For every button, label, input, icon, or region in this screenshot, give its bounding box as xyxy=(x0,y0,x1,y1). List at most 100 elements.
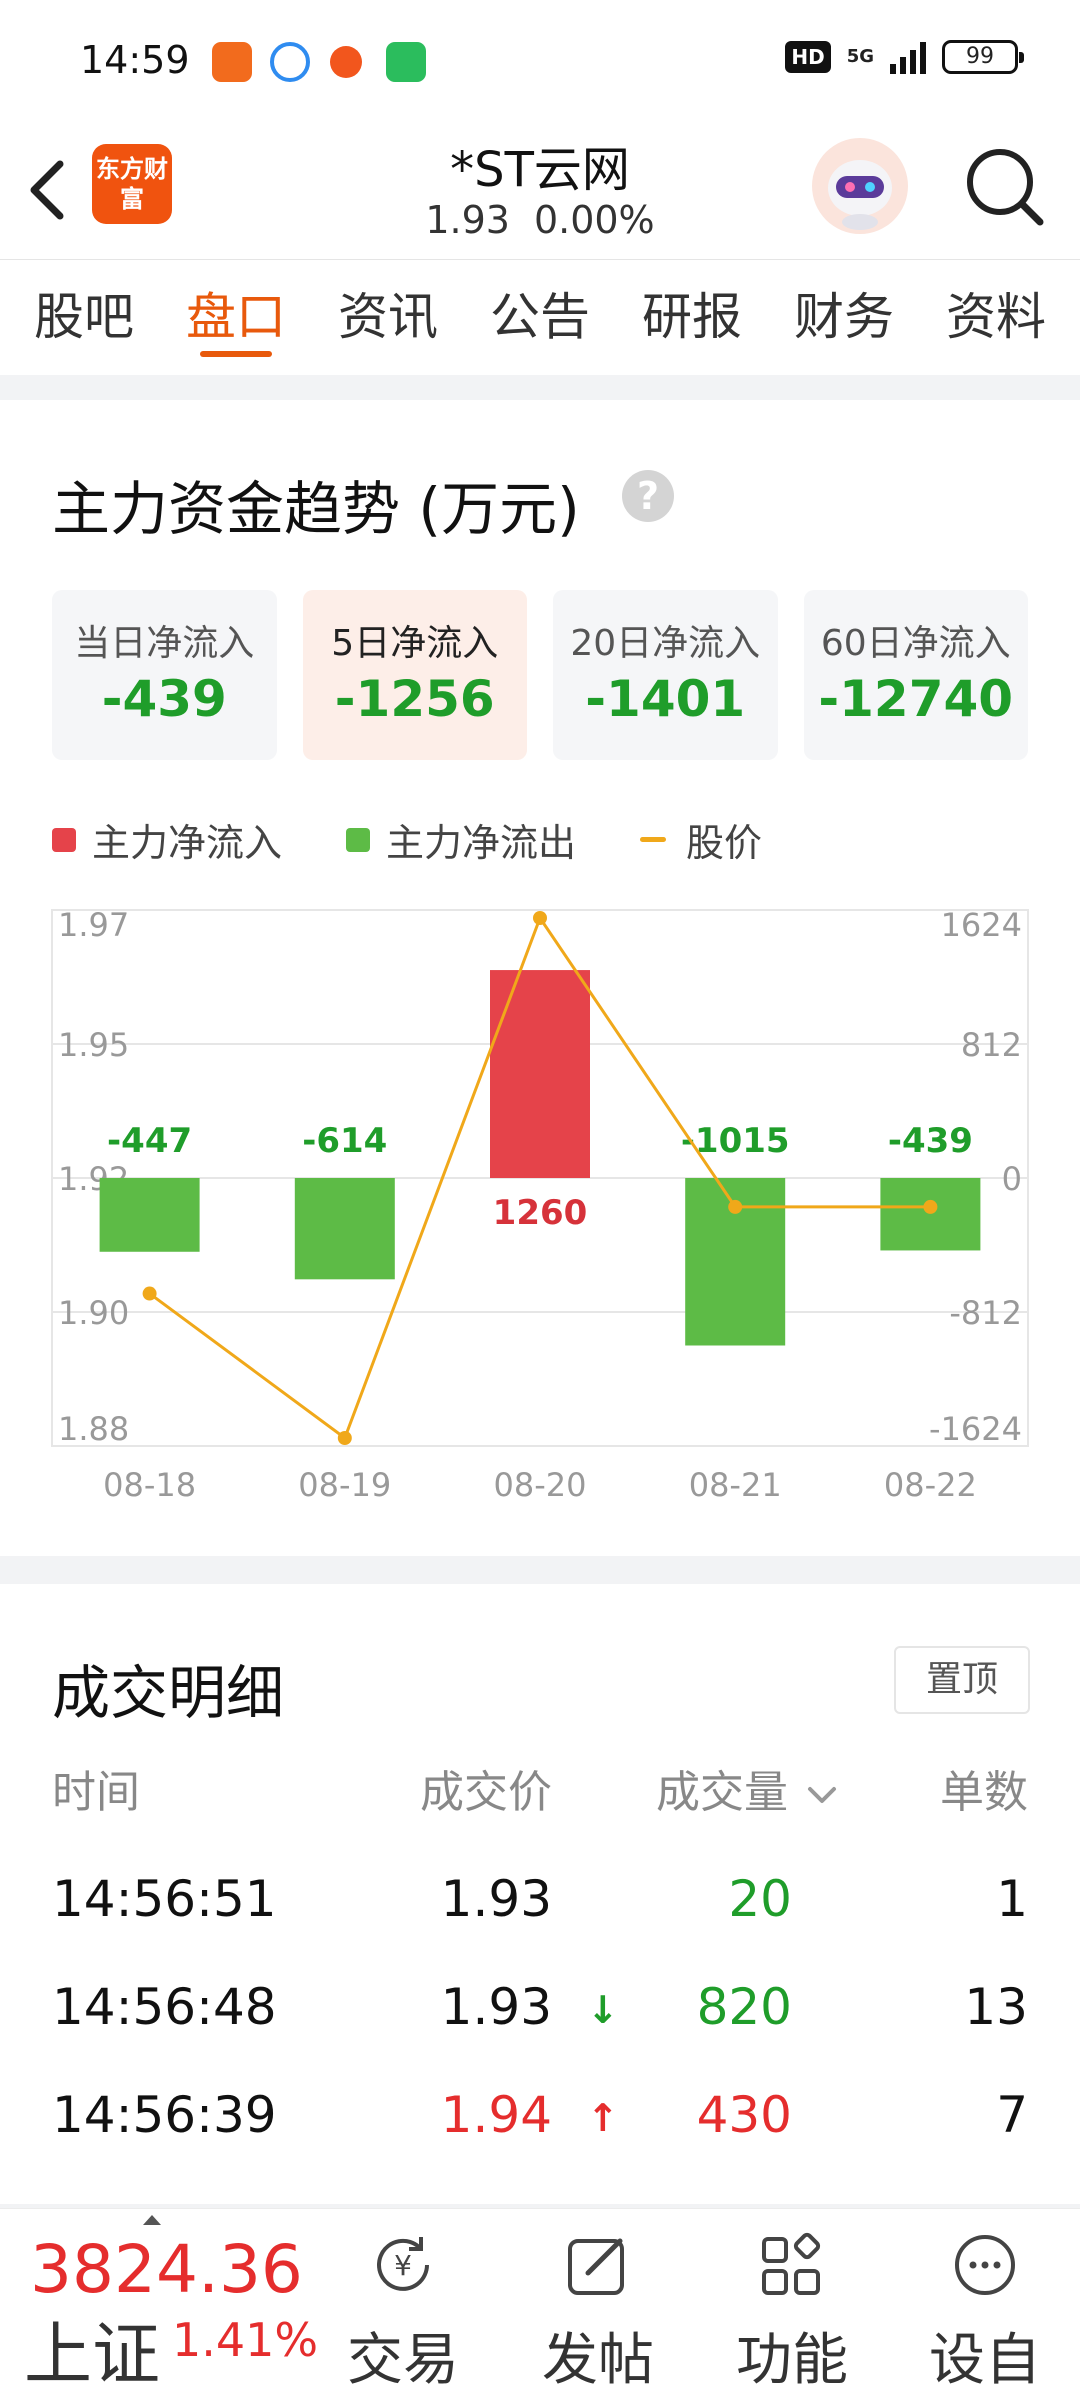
index-change: 1.41% xyxy=(172,2313,319,2367)
index-name: 上证 xyxy=(24,2316,161,2395)
legend-inflow-swatch xyxy=(52,827,76,852)
assistant-robot-avatar[interactable] xyxy=(812,138,908,234)
trade-count: 1 xyxy=(996,1870,1028,1928)
flow-value: -1256 xyxy=(334,670,495,728)
price-point xyxy=(533,911,547,925)
flow-box-60day[interactable]: 60日净流入 -12740 xyxy=(803,590,1028,760)
flow-value: -1401 xyxy=(585,670,746,728)
svg-text:¥: ¥ xyxy=(394,2249,412,2282)
header-volume-sort[interactable]: 成交量 xyxy=(656,1756,842,1820)
trade-row: 14:56:39 1.94 ↑ 430 7 xyxy=(52,2086,1028,2166)
trade-icon: ¥ xyxy=(377,2237,429,2291)
network-type: 5G xyxy=(846,46,874,67)
tab-news[interactable]: 资讯 xyxy=(338,260,438,375)
more-icon xyxy=(955,2235,1015,2295)
tab-bar: 股吧 盘口 资讯 公告 研报 财务 资料 xyxy=(0,260,1080,375)
notification-app-icon-1 xyxy=(212,42,252,82)
legend-inflow-label: 主力净流入 xyxy=(92,821,283,865)
pin-top-button[interactable]: 置顶 xyxy=(894,1646,1030,1714)
trade-row: 14:56:51 1.93 20 1 xyxy=(52,1870,1028,1950)
trade-price: 1.94 xyxy=(440,2086,552,2144)
flow-bar xyxy=(880,1178,981,1251)
battery-icon: 99 xyxy=(942,40,1024,74)
index-value: 3824.36 xyxy=(30,2231,303,2308)
price-point xyxy=(728,1199,743,1214)
legend-price: 股价 xyxy=(640,812,762,867)
nav-functions-label: 功能 xyxy=(736,2328,848,2393)
flow-label: 20日净流入 xyxy=(570,623,761,664)
tab-profile[interactable]: 资料 xyxy=(946,260,1046,375)
stock-header: 东方财富 *ST云网 1.93 0.00% xyxy=(0,120,1080,260)
bottom-bar: 3824.36 上证 1.41% ¥ 交易 发帖 功能 设自 xyxy=(0,2208,1080,2400)
header-price: 成交价 xyxy=(420,1767,552,1818)
x-tick-label: 08-18 xyxy=(103,1466,196,1504)
notification-app-icon-3 xyxy=(330,46,362,78)
trade-count: 13 xyxy=(964,1978,1028,2036)
notification-app-icon-2 xyxy=(270,42,310,82)
bar-data-label: -439 xyxy=(888,1121,973,1161)
flow-label: 60日净流入 xyxy=(820,623,1011,664)
capital-trend-card: 主力资金趋势 (万元) ? 当日净流入 -439 5日净流入 -1256 20日… xyxy=(0,400,1080,1556)
robot-icon xyxy=(828,160,892,230)
legend-outflow: 主力净流出 xyxy=(346,812,576,867)
header-volume: 成交量 xyxy=(656,1767,788,1818)
trade-time: 14:56:39 xyxy=(52,2086,277,2144)
signal-icon xyxy=(890,40,926,74)
help-icon[interactable]: ? xyxy=(622,470,674,522)
stock-price: 1.93 xyxy=(425,198,510,242)
trade-time: 14:56:48 xyxy=(52,1978,277,2036)
nav-trade[interactable]: ¥ 交易 xyxy=(328,2219,478,2399)
nav-post-label: 发帖 xyxy=(542,2328,654,2393)
y-left-tick-label: 1.88 xyxy=(58,1410,129,1448)
capital-trend-title: 主力资金趋势 (万元) xyxy=(52,475,580,543)
arrow-up-icon: ↑ xyxy=(587,2096,619,2140)
net-flow-summary: 当日净流入 -439 5日净流入 -1256 20日净流入 -1401 60日净… xyxy=(52,590,1028,760)
x-tick-label: 08-22 xyxy=(884,1466,977,1504)
bar-data-label: -447 xyxy=(107,1121,192,1161)
tab-announcements[interactable]: 公告 xyxy=(490,260,590,375)
x-tick-label: 08-20 xyxy=(494,1466,587,1504)
price-point xyxy=(142,1286,157,1301)
flow-value: -439 xyxy=(101,670,227,728)
trade-price: 1.93 xyxy=(440,1870,552,1928)
legend-outflow-label: 主力净流出 xyxy=(386,821,577,865)
legend-inflow: 主力净流入 xyxy=(52,812,282,867)
bar-data-label: -1015 xyxy=(681,1121,790,1161)
chart-legend: 主力净流入 主力净流出 股价 xyxy=(52,812,826,867)
y-right-tick-label: 812 xyxy=(961,1026,1022,1064)
flow-box-20day[interactable]: 20日净流入 -1401 xyxy=(553,590,778,760)
nav-post[interactable]: 发帖 xyxy=(523,2219,673,2399)
header-time: 时间 xyxy=(52,1767,140,1818)
trade-volume: 820 xyxy=(696,1978,792,2036)
nav-functions[interactable]: 功能 xyxy=(717,2219,867,2399)
flow-box-today[interactable]: 当日净流入 -439 xyxy=(52,590,277,760)
bar-data-label: -614 xyxy=(302,1121,387,1161)
price-point xyxy=(337,1431,352,1445)
nav-trade-label: 交易 xyxy=(347,2328,459,2393)
status-bar: 14:59 HD 5G 99 xyxy=(0,0,1080,120)
y-right-tick-label: 1624 xyxy=(941,906,1022,944)
tab-finance[interactable]: 财务 xyxy=(794,260,894,375)
nav-custom[interactable]: 设自 xyxy=(910,2219,1060,2399)
flow-label: 5日净流入 xyxy=(331,623,499,664)
tab-guba[interactable]: 股吧 xyxy=(34,260,134,375)
flow-bar xyxy=(294,1178,395,1280)
arrow-down-icon: ↓ xyxy=(587,1988,619,2032)
flow-box-5day[interactable]: 5日净流入 -1256 xyxy=(302,590,527,760)
flow-value: -12740 xyxy=(818,670,1014,728)
y-left-tick-label: 1.97 xyxy=(58,906,129,944)
stock-quote: 1.93 0.00% xyxy=(0,198,1080,242)
stock-name: *ST云网 xyxy=(450,142,630,198)
status-time: 14:59 xyxy=(80,38,190,82)
trade-row: 14:56:48 1.93 ↓ 820 13 xyxy=(52,1978,1028,2058)
y-left-tick-label: 1.90 xyxy=(58,1294,129,1332)
price-point xyxy=(923,1199,938,1214)
edit-icon xyxy=(568,2238,624,2295)
trade-time: 14:56:51 xyxy=(52,1870,277,1928)
search-button[interactable] xyxy=(960,142,1050,232)
trade-price: 1.93 xyxy=(440,1978,552,2036)
tab-research[interactable]: 研报 xyxy=(642,260,742,375)
apps-icon xyxy=(762,2232,821,2295)
y-left-tick-label: 1.95 xyxy=(58,1026,129,1064)
tab-pankou[interactable]: 盘口 xyxy=(186,260,286,375)
